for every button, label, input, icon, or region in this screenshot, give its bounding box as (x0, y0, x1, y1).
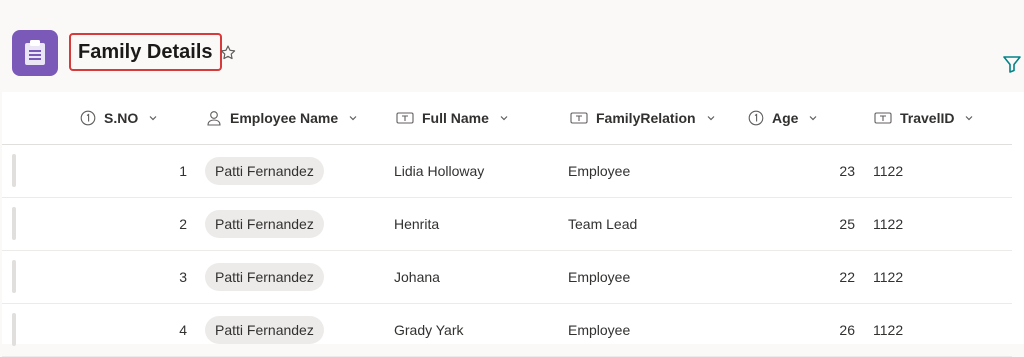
cell-age: 25 (839, 215, 855, 232)
column-header-travel-id[interactable]: TravelID (874, 92, 974, 144)
cell-employee-name: Patti Fernandez (205, 303, 324, 356)
column-label: Full Name (422, 110, 489, 126)
column-header-employee-name[interactable]: Employee Name (206, 92, 358, 144)
chevron-down-icon (148, 113, 158, 123)
cell-full-name: Lidia Holloway (394, 162, 485, 179)
cell-travel-id: 1122 (873, 321, 904, 338)
column-header-family-relation[interactable]: FamilyRelation (570, 92, 716, 144)
cell-age: 22 (839, 268, 855, 285)
column-label: FamilyRelation (596, 110, 696, 126)
cell-employee-name: Patti Fernandez (205, 250, 324, 303)
row-selector[interactable] (12, 154, 16, 187)
column-label: TravelID (900, 110, 955, 126)
person-pill[interactable]: Patti Fernandez (205, 262, 324, 291)
person-pill[interactable]: Patti Fernandez (205, 156, 324, 185)
column-label: S.NO (104, 110, 139, 126)
column-header-sno[interactable]: S.NO (80, 92, 158, 144)
page-title: Family Details (69, 33, 222, 71)
cell-full-name: Henrita (394, 215, 440, 232)
cell-travel-id: 1122 (873, 162, 904, 179)
table-row[interactable]: 4 Patti Fernandez Grady Yark Employee 26… (2, 303, 1012, 357)
chevron-down-icon (499, 113, 509, 123)
person-pill[interactable]: Patti Fernandez (205, 315, 324, 344)
column-header-age[interactable]: Age (748, 92, 818, 144)
filter-icon[interactable] (1002, 54, 1022, 79)
cell-sno: 3 (179, 268, 187, 285)
cell-family-relation: Employee (568, 321, 631, 338)
cell-age: 23 (839, 162, 855, 179)
chevron-down-icon (808, 113, 818, 123)
text-icon (874, 111, 892, 125)
cell-full-name: Johana (394, 268, 440, 285)
table-row[interactable]: 3 Patti Fernandez Johana Employee 22 112… (2, 250, 1012, 304)
cell-family-relation: Employee (568, 268, 631, 285)
text-icon (570, 111, 588, 125)
chevron-down-icon (706, 113, 716, 123)
number-icon (748, 110, 764, 126)
star-icon[interactable] (219, 44, 237, 67)
chevron-down-icon (964, 113, 974, 123)
person-icon (206, 110, 222, 126)
cell-age: 26 (839, 321, 855, 338)
row-selector[interactable] (12, 260, 16, 293)
cell-sno: 1 (179, 162, 187, 179)
cell-travel-id: 1122 (873, 215, 904, 232)
number-icon (80, 110, 96, 126)
text-icon (396, 111, 414, 125)
row-selector[interactable] (12, 313, 16, 346)
chevron-down-icon (348, 113, 358, 123)
cell-full-name: Grady Yark (394, 321, 464, 338)
column-label: Employee Name (230, 110, 339, 126)
person-pill[interactable]: Patti Fernandez (205, 209, 324, 238)
cell-employee-name: Patti Fernandez (205, 144, 324, 197)
cell-sno: 2 (179, 215, 187, 232)
list-grid: S.NO Employee Name Full Name FamilyRelat… (2, 92, 1024, 357)
cell-employee-name: Patti Fernandez (205, 197, 324, 250)
column-header-row: S.NO Employee Name Full Name FamilyRelat… (2, 92, 1012, 145)
table-row[interactable]: 1 Patti Fernandez Lidia Holloway Employe… (2, 144, 1012, 198)
list-header: Family Details (0, 0, 1024, 92)
row-selector[interactable] (12, 207, 16, 240)
cell-travel-id: 1122 (873, 268, 904, 285)
column-label: Age (772, 110, 799, 126)
cell-family-relation: Team Lead (568, 215, 638, 232)
cell-family-relation: Employee (568, 162, 631, 179)
table-row[interactable]: 2 Patti Fernandez Henrita Team Lead 25 1… (2, 197, 1012, 251)
column-header-full-name[interactable]: Full Name (396, 92, 509, 144)
cell-sno: 4 (179, 321, 187, 338)
clipboard-icon[interactable] (12, 30, 58, 76)
